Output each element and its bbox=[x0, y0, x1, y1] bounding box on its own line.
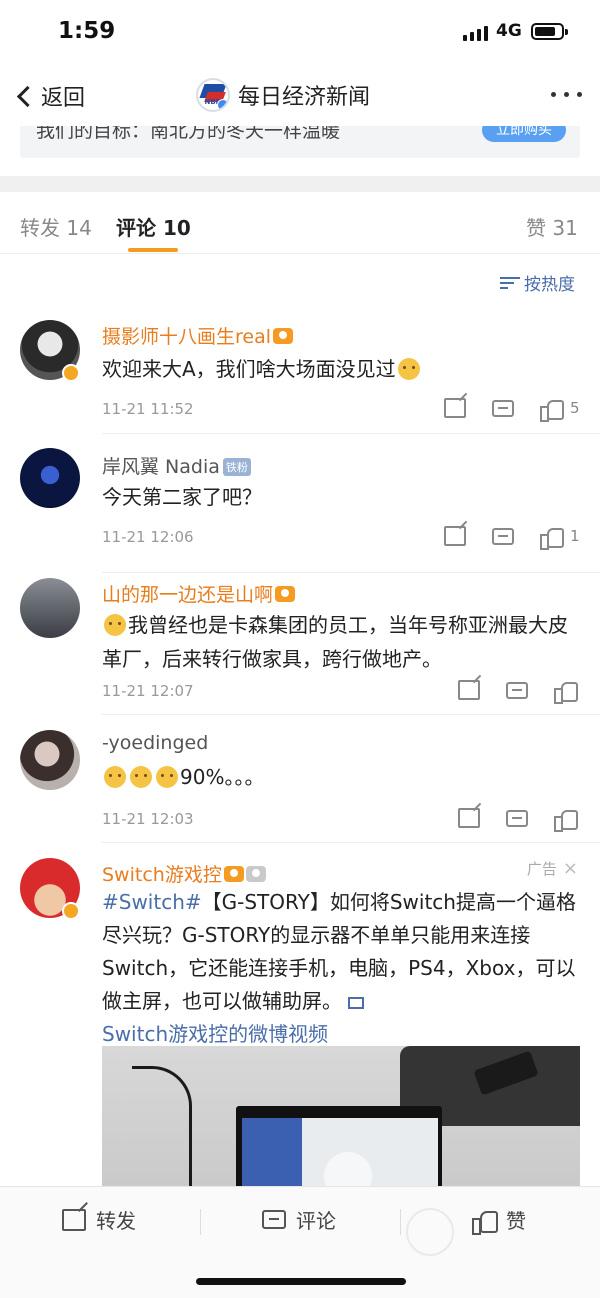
comment-actions bbox=[432, 808, 578, 832]
back-label: 返回 bbox=[41, 86, 86, 111]
comment-label: 评论 bbox=[296, 1209, 336, 1233]
reply-icon[interactable] bbox=[492, 399, 514, 417]
laugh-cry-emoji-icon bbox=[104, 614, 126, 636]
comment-time: 11-21 11:52 bbox=[102, 400, 194, 418]
buy-button[interactable]: 立即购买 bbox=[482, 126, 566, 142]
network-type: 4G bbox=[496, 21, 522, 41]
home-indicator[interactable] bbox=[196, 1278, 406, 1285]
comment-text: 我曾经也是卡森集团的员工，当年号称亚洲最大皮革厂，后来转行做家具，跨行做地产。 bbox=[102, 613, 568, 671]
nav-bar: 返回 NBD 每日经济新闻 bbox=[0, 70, 600, 126]
verified-icon bbox=[62, 364, 80, 382]
share-icon[interactable] bbox=[444, 526, 466, 546]
section-divider bbox=[0, 176, 600, 192]
comment-divider bbox=[102, 842, 600, 843]
repost-label: 转发 bbox=[96, 1209, 136, 1233]
avatar[interactable] bbox=[20, 448, 80, 508]
like-icon[interactable] bbox=[554, 808, 578, 832]
ad-text: #Switch#【G-STORY】如何将Switch提高一个逼格尽兴玩？G-ST… bbox=[102, 890, 576, 1046]
vip-crown-icon bbox=[275, 586, 296, 602]
tab-likes[interactable]: 赞 31 bbox=[526, 212, 578, 241]
reply-icon[interactable] bbox=[492, 527, 514, 545]
like-icon[interactable] bbox=[540, 398, 564, 422]
like-icon[interactable] bbox=[540, 526, 564, 550]
avatar[interactable] bbox=[20, 578, 80, 638]
comment-actions: 5 bbox=[418, 398, 580, 422]
comment-text: 90%。。。 bbox=[102, 760, 582, 794]
comment-username[interactable]: -yoedinged bbox=[102, 732, 208, 754]
chevron-left-icon bbox=[16, 85, 39, 107]
comment-username[interactable]: 岸风翼 Nadia 铁粉 bbox=[102, 452, 251, 479]
tab-comments[interactable]: 评论 10 bbox=[116, 212, 191, 241]
comment-divider bbox=[102, 433, 600, 434]
sweat-emoji-icon bbox=[104, 766, 126, 788]
back-button[interactable]: 返回 bbox=[14, 80, 85, 112]
active-tab-indicator bbox=[128, 248, 178, 252]
comment-divider bbox=[102, 572, 600, 573]
comment-username[interactable]: 摄影师十八画生real bbox=[102, 322, 294, 349]
comment-text: 欢迎来大A，我们啥大场面没见过 bbox=[102, 352, 582, 386]
status-bar: 1:59 4G bbox=[0, 0, 600, 66]
share-icon bbox=[62, 1208, 86, 1231]
nbd-logo: NBD bbox=[196, 78, 230, 112]
page-title: 每日经济新闻 bbox=[238, 85, 371, 110]
video-link[interactable]: Switch游戏控的微博视频 bbox=[102, 1022, 328, 1046]
video-icon bbox=[348, 997, 364, 1009]
comment-item: 山的那一边还是山啊 我曾经也是卡森集团的员工，当年号称亚洲最大皮革厂，后来转行做… bbox=[0, 576, 600, 716]
post-card-text: 我们的目标：南北方的冬天一样温暖 bbox=[36, 126, 341, 142]
sort-label: 按热度 bbox=[524, 275, 575, 295]
vip-crown-icon bbox=[223, 866, 244, 882]
comment-item: -yoedinged 90%。。。 11-21 12:03 bbox=[0, 730, 600, 846]
repost-button[interactable]: 转发 bbox=[62, 1205, 136, 1234]
like-count: 5 bbox=[570, 399, 580, 417]
comment-actions bbox=[432, 680, 578, 704]
more-icon[interactable] bbox=[551, 92, 582, 97]
share-icon[interactable] bbox=[458, 680, 480, 700]
video-thumbnail[interactable] bbox=[102, 1046, 580, 1196]
verified-icon bbox=[217, 99, 228, 110]
comment-actions: 1 bbox=[418, 526, 580, 550]
comment-text: 今天第二家了吧？ bbox=[102, 485, 262, 509]
sweat-emoji-icon bbox=[130, 766, 152, 788]
weibo-comments-page: 1:59 4G 返回 NBD 每日经济新闻 我们的目标：南北方的冬天一样温暖 立… bbox=[0, 0, 600, 1298]
separator bbox=[200, 1209, 201, 1235]
comment-time: 11-21 12:07 bbox=[102, 682, 194, 700]
ad-label-group: 广告 × bbox=[527, 858, 578, 879]
signal-icon bbox=[463, 26, 488, 41]
fan-badge: 铁粉 bbox=[222, 458, 251, 476]
comment-divider bbox=[102, 714, 600, 715]
close-icon[interactable]: × bbox=[563, 858, 578, 879]
like-icon[interactable] bbox=[554, 680, 578, 704]
watermark bbox=[400, 1202, 560, 1272]
post-card-clipped: 我们的目标：南北方的冬天一样温暖 立即购买 bbox=[20, 126, 580, 158]
ad-label: 广告 bbox=[526, 860, 557, 878]
sweat-emoji-icon bbox=[156, 766, 178, 788]
sort-icon bbox=[500, 275, 520, 291]
status-time: 1:59 bbox=[58, 18, 116, 44]
comment-time: 11-21 12:03 bbox=[102, 810, 194, 828]
avatar[interactable] bbox=[20, 730, 80, 790]
verified-icon bbox=[62, 902, 80, 920]
medal-icon bbox=[245, 866, 266, 882]
vip-crown-icon bbox=[273, 328, 294, 344]
share-icon[interactable] bbox=[458, 808, 480, 828]
comment-time: 11-21 12:06 bbox=[102, 528, 194, 546]
comment-icon bbox=[262, 1210, 286, 1229]
battery-icon bbox=[531, 23, 568, 40]
share-icon[interactable] bbox=[444, 398, 466, 418]
account-header[interactable]: NBD 每日经济新闻 bbox=[196, 78, 370, 112]
comment-username[interactable]: 山的那一边还是山啊 bbox=[102, 580, 296, 607]
hashtag-link[interactable]: #Switch# bbox=[102, 890, 202, 914]
sort-by-popularity[interactable]: 按热度 bbox=[500, 270, 575, 295]
interaction-tabs: 转发 14 评论 10 赞 31 bbox=[0, 192, 600, 254]
ad-username[interactable]: Switch游戏控 bbox=[102, 860, 266, 887]
comment-item: 摄影师十八画生real 欢迎来大A，我们啥大场面没见过 11-21 11:52 … bbox=[0, 318, 600, 434]
yummy-emoji-icon bbox=[397, 358, 420, 380]
comment-button[interactable]: 评论 bbox=[262, 1205, 336, 1234]
reply-icon[interactable] bbox=[506, 681, 528, 699]
tab-reposts[interactable]: 转发 14 bbox=[20, 212, 92, 241]
reply-icon[interactable] bbox=[506, 809, 528, 827]
like-count: 1 bbox=[570, 527, 580, 545]
comment-item: 岸风翼 Nadia 铁粉 今天第二家了吧？ 11-21 12:06 1 bbox=[0, 446, 600, 574]
